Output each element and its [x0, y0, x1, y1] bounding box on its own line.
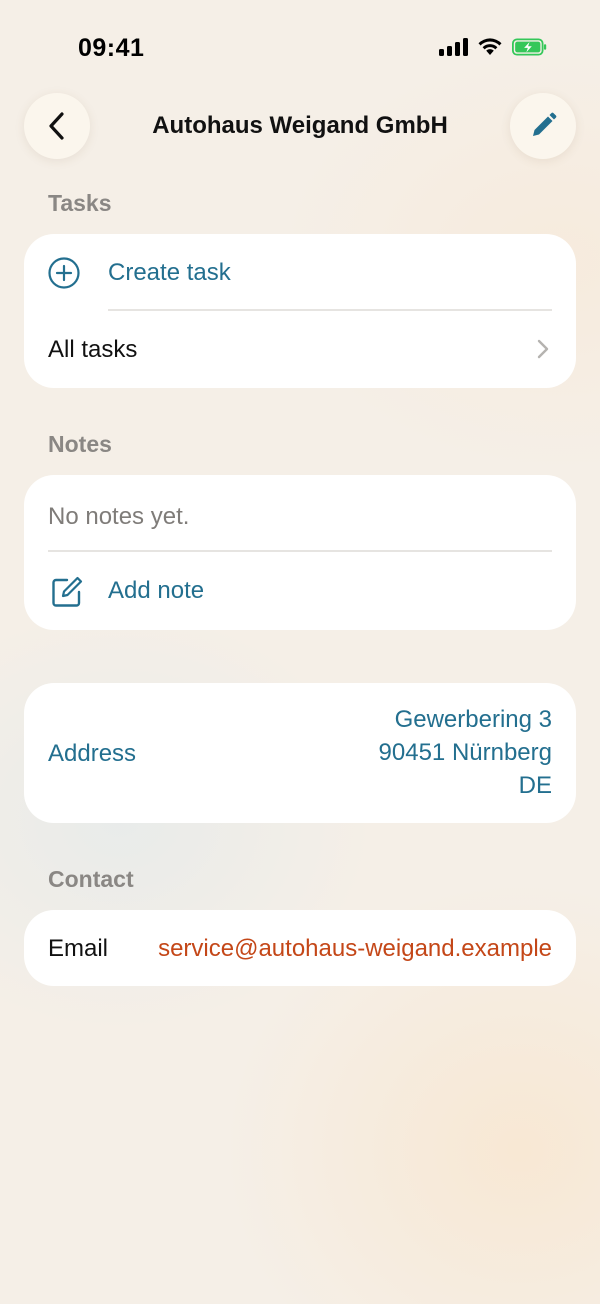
- notes-card: No notes yet. Add note: [24, 475, 576, 630]
- address-line-country: DE: [518, 772, 552, 799]
- add-note-label: Add note: [108, 577, 205, 604]
- all-tasks-row[interactable]: All tasks: [24, 311, 576, 388]
- tasks-card: Create task All tasks: [24, 234, 576, 388]
- chevron-left-icon: [49, 112, 64, 140]
- plus-circle-icon: [48, 257, 80, 289]
- pencil-icon: [533, 112, 557, 136]
- battery-charging-icon: [512, 37, 547, 56]
- notes-section-header: Notes: [48, 431, 112, 457]
- address-line-street: Gewerbering 3: [394, 706, 552, 733]
- address-value: Gewerbering 3 90451 Nürnberg DE: [379, 703, 552, 802]
- status-time: 09:41: [78, 34, 145, 62]
- all-tasks-label: All tasks: [48, 336, 138, 363]
- tasks-section-header: Tasks: [48, 190, 112, 216]
- notes-empty-text: No notes yet.: [48, 503, 190, 530]
- address-label: Address: [48, 740, 137, 767]
- status-icons: [439, 37, 548, 56]
- create-task-label: Create task: [108, 259, 231, 286]
- status-bar: 09:41: [0, 0, 600, 96]
- signal-icon: [439, 37, 468, 56]
- email-link[interactable]: service@autohaus-weigand.example: [158, 935, 552, 963]
- wifi-icon: [478, 38, 502, 55]
- address-line-city: 90451 Nürnberg: [378, 739, 552, 766]
- contact-card: Email service@autohaus-weigand.example: [24, 910, 576, 986]
- create-task-row[interactable]: Create task: [24, 234, 576, 311]
- edit-button[interactable]: [510, 93, 576, 159]
- notes-empty-row: No notes yet.: [24, 475, 576, 552]
- chevron-right-icon: [537, 339, 549, 359]
- page-title: Autohaus Weigand GmbH: [152, 112, 448, 139]
- address-card[interactable]: Address Gewerbering 3 90451 Nürnberg DE: [24, 683, 576, 823]
- email-row[interactable]: Email service@autohaus-weigand.example: [24, 910, 576, 986]
- back-button[interactable]: [24, 93, 90, 159]
- contact-section-header: Contact: [48, 866, 134, 892]
- compose-icon: [52, 576, 83, 607]
- email-label: Email: [48, 935, 109, 962]
- add-note-row[interactable]: Add note: [24, 552, 576, 630]
